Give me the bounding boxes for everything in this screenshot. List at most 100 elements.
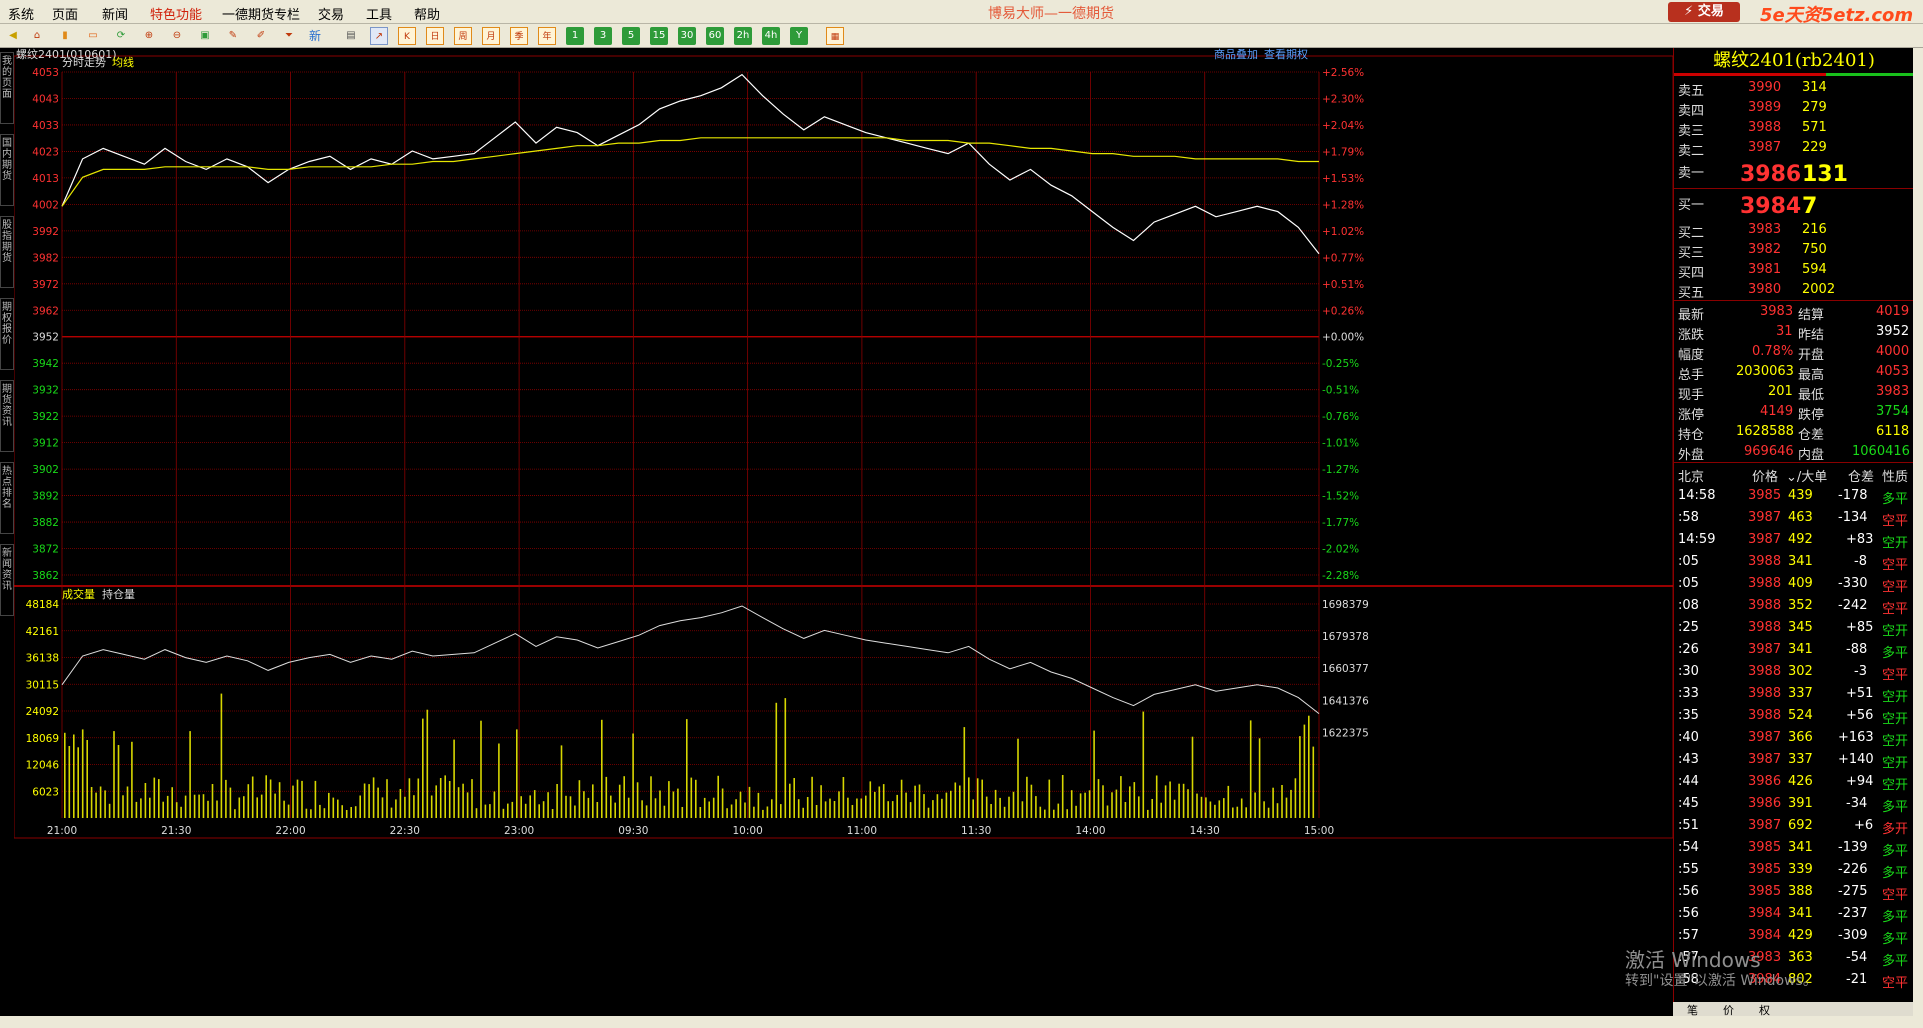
menu-trade[interactable]: 交易 bbox=[318, 4, 344, 23]
quote-panel: 螺纹2401(rb2401) 卖五 3990 314 卖四 3989 279 卖三 3988 5… bbox=[1673, 48, 1914, 1016]
volume-bar bbox=[686, 719, 688, 818]
timeshare-chart-icon[interactable]: ↗ bbox=[370, 27, 388, 45]
calculator-icon[interactable]: ▦ bbox=[826, 27, 844, 45]
volume-bar bbox=[748, 786, 751, 818]
table-icon[interactable]: ▤ bbox=[342, 27, 360, 45]
book-icon[interactable]: ▮ bbox=[56, 27, 74, 45]
volume-bar bbox=[672, 791, 675, 818]
volume-bar bbox=[1012, 791, 1015, 818]
side-tab-my-page[interactable]: 我的页面 bbox=[0, 52, 14, 124]
volume-bar bbox=[158, 779, 160, 818]
volume-bar bbox=[1044, 809, 1046, 818]
menu-help[interactable]: 帮助 bbox=[414, 4, 440, 23]
volume-bar bbox=[708, 801, 710, 818]
side-tab-domestic-futures[interactable]: 国内期货 bbox=[0, 134, 14, 206]
overlay-link: 商品叠加 bbox=[1214, 48, 1258, 61]
chart-canvas[interactable]: 螺纹2401(010601) 商品叠加 查看期权分时走势 均线成交量 持仓量4053 +2… bbox=[14, 48, 1673, 1016]
price-tick-label: 3942 bbox=[32, 358, 59, 370]
period-2h-button[interactable]: 2h bbox=[734, 27, 752, 45]
pct-tick-label: +1.28% bbox=[1322, 199, 1364, 211]
volume-bar bbox=[516, 729, 518, 818]
tick-oi-change: -309 bbox=[1838, 928, 1868, 943]
menu-special[interactable]: 特色功能 bbox=[150, 4, 202, 23]
volume-bar bbox=[905, 792, 907, 818]
ask-row: 卖一 3986 131 bbox=[1674, 160, 1914, 187]
menu-tools[interactable]: 工具 bbox=[366, 4, 392, 23]
side-tab-futures-info[interactable]: 期货资讯 bbox=[0, 380, 14, 452]
brush-icon[interactable]: ✐ bbox=[252, 27, 270, 45]
volume-bar bbox=[574, 805, 576, 818]
period-1m-button[interactable]: 1 bbox=[566, 27, 584, 45]
menu-system[interactable]: 系统 bbox=[8, 4, 34, 23]
filter-icon[interactable]: ⏷ bbox=[280, 27, 298, 45]
side-tab-hot-ranking[interactable]: 热点排名 bbox=[0, 462, 14, 534]
period-60m-button[interactable]: 60 bbox=[706, 27, 724, 45]
bid-price: 3983 bbox=[1748, 222, 1782, 237]
volume-bar bbox=[95, 792, 97, 818]
calendar-year-button[interactable]: 年 bbox=[538, 27, 556, 45]
volume-bar bbox=[744, 802, 746, 818]
zoom-in-icon[interactable]: ⊕ bbox=[140, 27, 158, 45]
pen-icon[interactable]: ✎ bbox=[224, 27, 242, 45]
back-icon[interactable]: ◀ bbox=[4, 27, 22, 45]
period-year-button[interactable]: Y bbox=[790, 27, 808, 45]
volume-bar bbox=[717, 775, 719, 818]
volume-bar bbox=[891, 801, 894, 818]
period-5m-button[interactable]: 5 bbox=[622, 27, 640, 45]
legend-volume: 成交量 bbox=[62, 587, 95, 601]
period-15m-button[interactable]: 15 bbox=[650, 27, 668, 45]
side-tab-index-futures[interactable]: 股指期货 bbox=[0, 216, 14, 288]
volume-bar bbox=[860, 798, 863, 818]
tick-oi-change: +163 bbox=[1838, 730, 1874, 745]
volume-bar bbox=[1088, 790, 1091, 818]
tick-volume: 341 bbox=[1788, 906, 1813, 921]
volume-bar bbox=[882, 784, 885, 818]
volume-bar bbox=[475, 808, 478, 818]
new-button[interactable]: 新 bbox=[306, 27, 324, 45]
price-tick-label: 3972 bbox=[32, 279, 59, 291]
calendar-week-button[interactable]: 周 bbox=[454, 27, 472, 45]
volume-bar bbox=[1142, 711, 1145, 818]
tick-volume: 363 bbox=[1788, 950, 1813, 965]
period-4h-button[interactable]: 4h bbox=[762, 27, 780, 45]
tick-volume: 463 bbox=[1788, 510, 1813, 525]
tick-volume: 345 bbox=[1788, 620, 1813, 635]
volume-bar bbox=[802, 807, 804, 818]
volume-bar bbox=[175, 802, 178, 818]
volume-bar bbox=[292, 785, 294, 818]
volume-bar bbox=[345, 810, 348, 818]
layout-icon[interactable]: ▣ bbox=[196, 27, 214, 45]
side-tab-option-quotes[interactable]: 期权报价 bbox=[0, 298, 14, 370]
calendar-month-button[interactable]: 月 bbox=[482, 27, 500, 45]
calendar-quarter-button[interactable]: 季 bbox=[510, 27, 528, 45]
volume-bar bbox=[780, 804, 782, 818]
menu-yide-column[interactable]: 一德期货专栏 bbox=[222, 4, 300, 23]
zoom-out-icon[interactable]: ⊖ bbox=[168, 27, 186, 45]
menu-page[interactable]: 页面 bbox=[52, 4, 78, 23]
volume-bar bbox=[999, 797, 1001, 818]
right-scrollbar[interactable] bbox=[1913, 48, 1923, 1028]
volume-bar bbox=[113, 731, 115, 818]
tick-price: 3988 bbox=[1748, 708, 1782, 723]
volume-bar bbox=[1111, 792, 1113, 818]
volume-bar bbox=[247, 784, 250, 818]
volume-bar bbox=[954, 782, 957, 818]
trade-button[interactable]: ⚡ 交易 bbox=[1668, 2, 1740, 22]
intraday-chart[interactable]: 螺纹2401(010601) 商品叠加 查看期权 分时走势 均线 成交量 持仓量 4053 +2… bbox=[14, 48, 1673, 1016]
volume-bar bbox=[878, 786, 881, 818]
home-icon[interactable]: ⌂ bbox=[28, 27, 46, 45]
side-tab-news[interactable]: 新闻资讯 bbox=[0, 544, 14, 616]
stat-value: 31 bbox=[1776, 324, 1793, 339]
calendar-day-button[interactable]: 日 bbox=[426, 27, 444, 45]
tick-volume: 524 bbox=[1788, 708, 1813, 723]
window-icon[interactable]: ▭ bbox=[84, 27, 102, 45]
period-30m-button[interactable]: 30 bbox=[678, 27, 696, 45]
tick-oi-change: +56 bbox=[1846, 708, 1874, 723]
refresh-icon[interactable]: ⟳ bbox=[112, 27, 130, 45]
kline-icon[interactable]: K bbox=[398, 27, 416, 45]
menu-news[interactable]: 新闻 bbox=[102, 4, 128, 23]
volume-bar bbox=[932, 800, 934, 818]
status-bar bbox=[0, 1016, 1923, 1028]
period-3m-button[interactable]: 3 bbox=[594, 27, 612, 45]
volume-bar bbox=[681, 807, 684, 818]
